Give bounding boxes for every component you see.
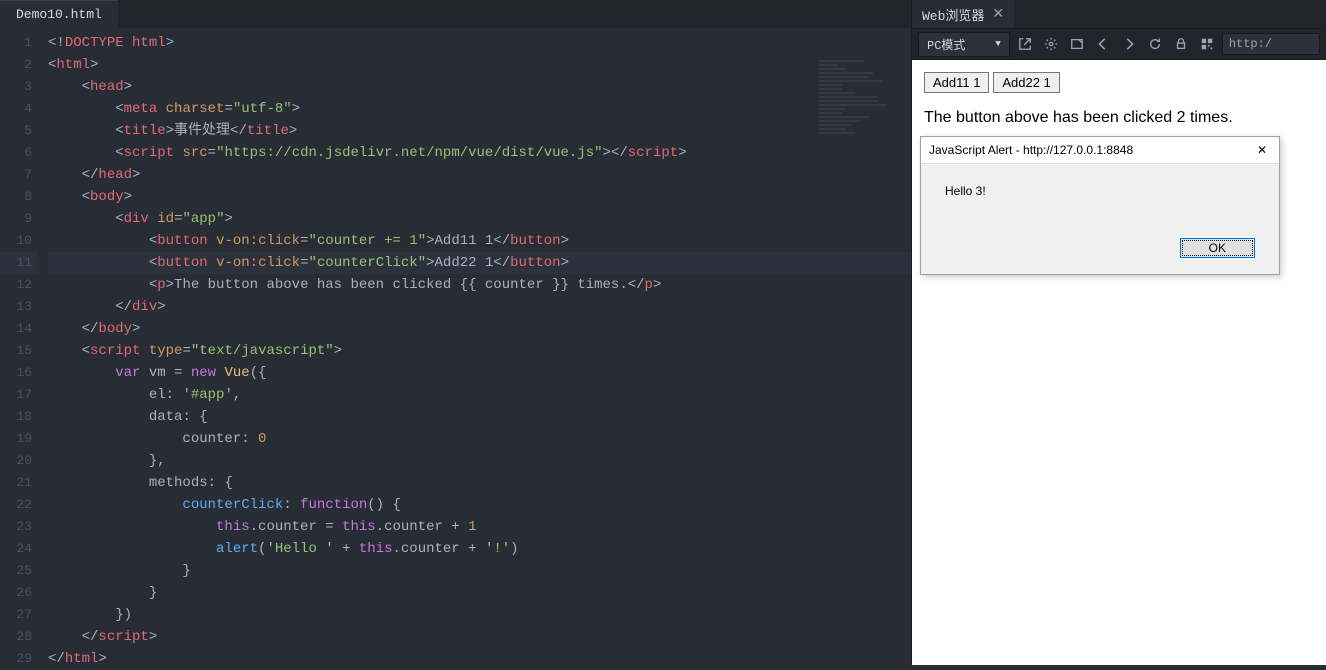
line-number: 9 [0, 208, 38, 230]
line-number: 17 [0, 384, 38, 406]
line-number-gutter: 1 2 3 4 5 6 7 8 9 10 11 12 13 14 15 16 1… [0, 28, 38, 670]
mode-label: PC模式 [927, 36, 965, 53]
javascript-alert-dialog: JavaScript Alert - http://127.0.0.1:8848… [920, 136, 1280, 275]
line-number: 22 [0, 494, 38, 516]
line-number: 15 [0, 340, 38, 362]
alert-body: Hello 3! OK [921, 164, 1279, 274]
alert-ok-button[interactable]: OK [1180, 238, 1255, 258]
line-number: 10 [0, 230, 38, 252]
line-number: 21 [0, 472, 38, 494]
line-number: 5 [0, 120, 38, 142]
line-number: 4 [0, 98, 38, 120]
screenshot-icon[interactable] [1066, 33, 1088, 55]
browser-tab-label: Web浏览器 [922, 5, 984, 24]
editor-body: 1 2 3 4 5 6 7 8 9 10 11 12 13 14 15 16 1… [0, 28, 911, 670]
code-area[interactable]: <!DOCTYPE html><html> <head> <meta chars… [38, 28, 911, 670]
add22-button[interactable]: Add22 1 [993, 72, 1059, 93]
alert-title: JavaScript Alert - http://127.0.0.1:8848 [929, 143, 1133, 157]
gear-icon[interactable] [1040, 33, 1062, 55]
line-number: 2 [0, 54, 38, 76]
chevron-down-icon: ▼ [995, 39, 1000, 49]
browser-tab[interactable]: Web浏览器 ✕ [912, 0, 1014, 28]
line-number: 24 [0, 538, 38, 560]
line-number: 19 [0, 428, 38, 450]
line-number: 1 [0, 32, 38, 54]
close-icon[interactable]: ✕ [1253, 143, 1271, 157]
line-number: 3 [0, 76, 38, 98]
url-input[interactable] [1222, 33, 1320, 55]
close-icon[interactable]: ✕ [992, 6, 1004, 23]
line-number: 18 [0, 406, 38, 428]
lock-icon[interactable] [1170, 33, 1192, 55]
line-number: 11 [0, 252, 38, 274]
line-number: 13 [0, 296, 38, 318]
editor-tab-demo10[interactable]: Demo10.html [0, 0, 118, 28]
line-number: 12 [0, 274, 38, 296]
line-number: 14 [0, 318, 38, 340]
line-number: 6 [0, 142, 38, 164]
forward-icon[interactable] [1118, 33, 1140, 55]
editor-tab-label: Demo10.html [16, 7, 102, 22]
line-number: 20 [0, 450, 38, 472]
browser-tabs: Web浏览器 ✕ [912, 0, 1326, 28]
browser-viewport: Add11 1 Add22 1 The button above has bee… [912, 60, 1326, 665]
open-external-icon[interactable] [1014, 33, 1036, 55]
qrcode-icon[interactable] [1196, 33, 1218, 55]
alert-titlebar: JavaScript Alert - http://127.0.0.1:8848… [921, 137, 1279, 164]
editor-tabs: Demo10.html [0, 0, 911, 28]
alert-message: Hello 3! [945, 184, 1255, 198]
line-number: 25 [0, 560, 38, 582]
click-count-text: The button above has been clicked 2 time… [924, 109, 1314, 127]
refresh-icon[interactable] [1144, 33, 1166, 55]
browser-toolbar: PC模式 ▼ [912, 28, 1326, 60]
line-number: 23 [0, 516, 38, 538]
line-number: 7 [0, 164, 38, 186]
line-number: 28 [0, 626, 38, 648]
line-number: 16 [0, 362, 38, 384]
line-number: 27 [0, 604, 38, 626]
add11-button[interactable]: Add11 1 [924, 72, 989, 93]
back-icon[interactable] [1092, 33, 1114, 55]
line-number: 8 [0, 186, 38, 208]
code-editor-pane: Demo10.html 1 2 3 4 5 6 7 8 9 10 11 12 1… [0, 0, 911, 665]
mode-select[interactable]: PC模式 ▼ [918, 32, 1010, 57]
line-number: 29 [0, 648, 38, 670]
line-number: 26 [0, 582, 38, 604]
web-browser-pane: Web浏览器 ✕ PC模式 ▼ Add11 1 Add22 1 The butt… [911, 0, 1326, 665]
